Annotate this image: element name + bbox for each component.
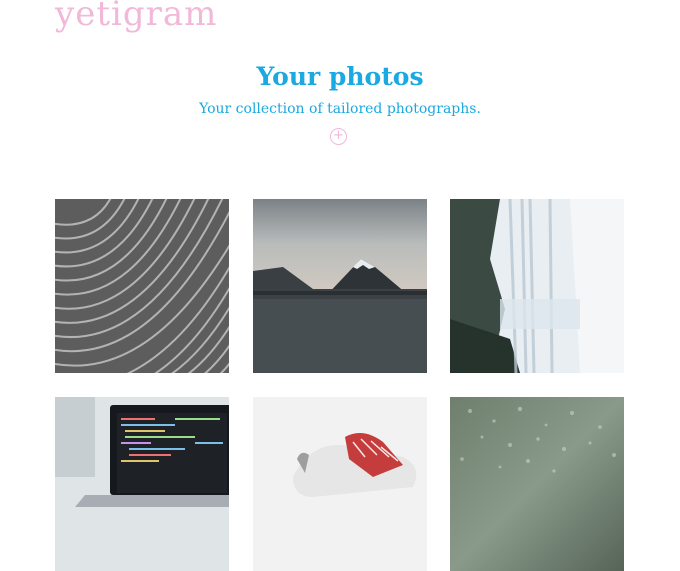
photo-tile-rainy-glass[interactable]: [450, 397, 624, 571]
waterfall-image: [450, 199, 624, 373]
page-subtitle: Your collection of tailored photographs.: [199, 101, 481, 117]
photo-tile-red-sneaker[interactable]: [253, 397, 427, 571]
rainy-glass-image: [450, 397, 624, 571]
page-title: Your photos: [256, 62, 424, 91]
photo-tile-mountain-lake[interactable]: [253, 199, 427, 373]
add-photo-button[interactable]: +: [330, 128, 347, 145]
photo-tile-waterfall[interactable]: [450, 199, 624, 373]
laptop-code-image: [55, 397, 229, 571]
red-sneaker-image: [253, 397, 427, 571]
logo[interactable]: yetigram: [55, 0, 217, 36]
mountain-lake-image: [253, 199, 427, 373]
photo-tile-abstract-waves[interactable]: [55, 199, 229, 373]
photo-tile-laptop-code[interactable]: [55, 397, 229, 571]
abstract-waves-image: [55, 199, 229, 373]
plus-circle-icon: +: [333, 128, 344, 143]
